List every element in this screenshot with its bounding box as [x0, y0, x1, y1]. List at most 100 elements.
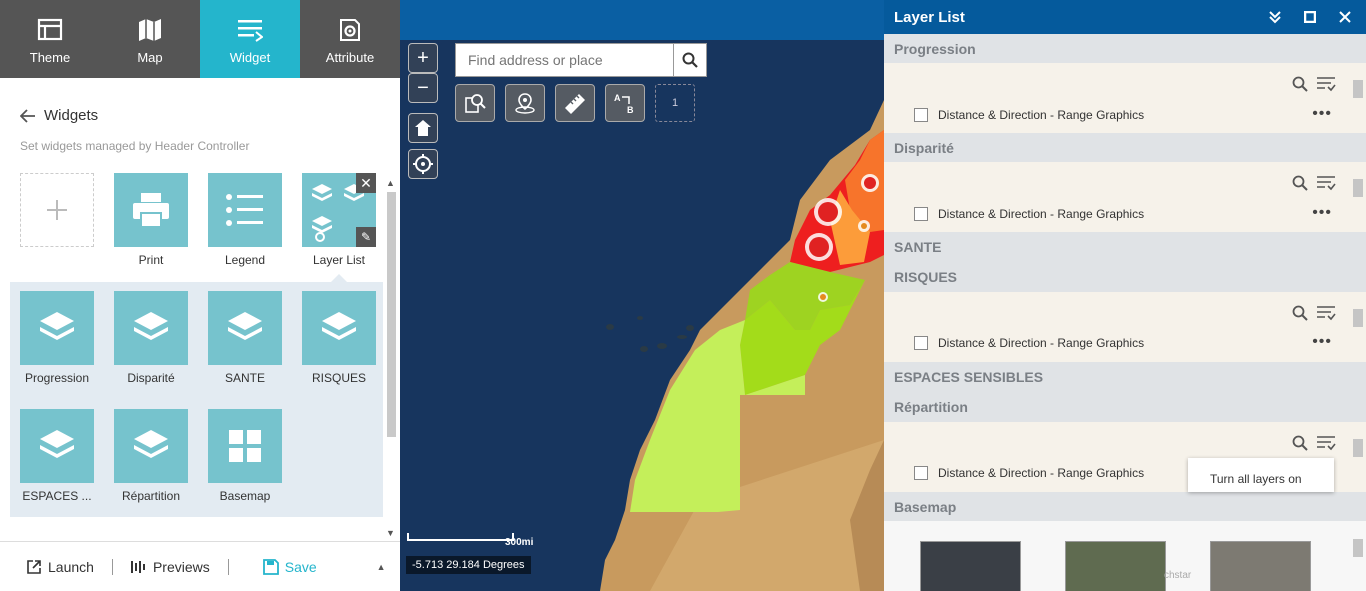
section-repartition[interactable]: Répartition — [884, 392, 1366, 422]
tab-attribute[interactable]: Attribute — [300, 0, 400, 78]
turn-all-layers-on-item[interactable]: Turn all layers on — [1210, 472, 1302, 486]
plus-icon — [47, 200, 67, 220]
section-risques[interactable]: RISQUES — [884, 262, 1366, 292]
previews-button[interactable]: Previews — [130, 559, 210, 575]
section-disparite[interactable]: Disparité — [884, 133, 1366, 162]
tool-measure-button[interactable] — [555, 84, 595, 122]
layer-row[interactable]: Distance & Direction - Range Graphics — [914, 336, 1144, 350]
layer-menu-icon[interactable]: ••• — [1312, 333, 1332, 351]
basemap-thumbnail-imagery[interactable] — [1065, 541, 1166, 591]
section-scrollbar[interactable] — [1352, 425, 1364, 489]
tab-theme[interactable]: Theme — [0, 0, 100, 78]
layer-checkbox[interactable] — [914, 466, 928, 480]
search-icon[interactable] — [1292, 175, 1308, 191]
double-chevron-down-icon — [1269, 11, 1281, 24]
widget-basemap[interactable]: Basemap — [198, 409, 292, 503]
theme-icon — [37, 18, 63, 41]
locate-button[interactable] — [408, 149, 438, 179]
tool-location-button[interactable] — [505, 84, 545, 122]
tool-distance-direction-button[interactable]: AB — [605, 84, 645, 122]
layer-checkbox[interactable] — [914, 108, 928, 122]
close-icon[interactable]: ✕ — [356, 173, 376, 193]
edit-icon[interactable]: ✎ — [356, 227, 376, 247]
scroll-up-icon[interactable]: ▲ — [386, 178, 395, 188]
scroll-down-icon[interactable]: ▼ — [386, 528, 395, 538]
filter-list-icon[interactable] — [1316, 76, 1336, 92]
widget-layer-list-group[interactable]: ✕ ✎ Layer List — [292, 173, 386, 267]
toolbar-more-button[interactable]: 1 — [655, 84, 695, 122]
scrollbar-thumb[interactable] — [1353, 309, 1363, 327]
section-scrollbar[interactable] — [1352, 165, 1364, 229]
tab-map[interactable]: Map — [100, 0, 200, 78]
scrollbar-thumb[interactable] — [1353, 179, 1363, 197]
layer-row[interactable]: Distance & Direction - Range Graphics — [914, 108, 1144, 122]
widget-progression[interactable]: Progression — [10, 291, 104, 385]
footer-expand-icon[interactable]: ▲ — [377, 562, 386, 572]
widget-risques[interactable]: RISQUES — [292, 291, 386, 385]
back-arrow-icon[interactable] — [20, 108, 36, 123]
widget-disparite[interactable]: Disparité — [104, 291, 198, 385]
scrollbar-thumb[interactable] — [1353, 80, 1363, 98]
tool-search-layer-button[interactable] — [455, 84, 495, 122]
section-sante[interactable]: SANTE — [884, 232, 1366, 262]
home-button[interactable] — [408, 113, 438, 143]
filter-list-icon[interactable] — [1316, 305, 1336, 321]
widgets-scrollbar[interactable]: ▲ ▼ — [385, 178, 398, 538]
layer-menu-icon[interactable]: ••• — [1312, 105, 1332, 123]
widget-label: Layer List — [312, 253, 366, 267]
widget-sante[interactable]: SANTE — [198, 291, 292, 385]
save-button[interactable]: Save — [262, 559, 317, 575]
zoom-in-button[interactable]: + — [408, 43, 438, 73]
maximize-button[interactable] — [1304, 0, 1316, 34]
filter-list-icon[interactable] — [1316, 435, 1336, 451]
search-icon[interactable] — [1292, 435, 1308, 451]
layer-row[interactable]: Distance & Direction - Range Graphics — [914, 466, 1144, 480]
scrollbar-thumb[interactable] — [1353, 539, 1363, 557]
tab-widget[interactable]: Widget — [200, 0, 300, 78]
launch-button[interactable]: Launch — [26, 559, 94, 575]
search-button[interactable] — [673, 44, 706, 76]
tab-label: Attribute — [325, 50, 375, 65]
section-progression[interactable]: Progression — [884, 34, 1366, 63]
layers-icon — [322, 312, 356, 340]
layer-checkbox[interactable] — [914, 207, 928, 221]
basemap-thumbnail-dark[interactable] — [920, 541, 1021, 591]
search-icon[interactable] — [1292, 305, 1308, 321]
panel-close-button[interactable] — [1339, 0, 1351, 34]
widget-legend[interactable]: Legend — [198, 173, 292, 267]
toolbar-count: 1 — [671, 97, 679, 109]
widget-label: Print — [138, 253, 164, 267]
scrollbar-thumb[interactable] — [387, 192, 396, 437]
layer-menu-icon[interactable]: ••• — [1312, 204, 1332, 222]
widget-espaces[interactable]: ESPACES ... — [10, 409, 104, 503]
layer-row[interactable]: Distance & Direction - Range Graphics — [914, 207, 1144, 221]
zoom-out-button[interactable]: − — [408, 73, 438, 103]
map-icon — [139, 19, 161, 41]
distance-direction-icon: AB — [614, 93, 634, 115]
zoom-in-label: + — [417, 46, 429, 69]
zoom-out-label: − — [417, 76, 429, 99]
section-title: SANTE — [894, 239, 942, 255]
widget-repartition[interactable]: Répartition — [104, 409, 198, 503]
scrollbar-thumb[interactable] — [1353, 439, 1363, 457]
collapse-button[interactable] — [1268, 0, 1282, 34]
widget-label: Progression — [24, 371, 90, 385]
basemap-thumbnail-hybrid[interactable] — [1210, 541, 1311, 591]
search-input[interactable] — [456, 44, 673, 76]
svg-text:A: A — [614, 93, 621, 103]
section-scrollbar[interactable] — [1352, 66, 1364, 130]
home-icon — [415, 120, 431, 136]
grid-icon — [229, 430, 261, 462]
widget-print[interactable]: Print — [104, 173, 198, 267]
add-widget-button[interactable] — [20, 173, 94, 247]
section-basemap[interactable]: Basemap — [884, 492, 1366, 521]
layer-checkbox[interactable] — [914, 336, 928, 350]
search-icon[interactable] — [1292, 76, 1308, 92]
section-espaces-sensibles[interactable]: ESPACES SENSIBLES — [884, 362, 1366, 392]
tab-label: Theme — [29, 50, 71, 65]
map-view[interactable]: + − AB 1 300mi -5.713 29.184 Degrees — [400, 0, 884, 591]
filter-list-icon[interactable] — [1316, 175, 1336, 191]
panel-scrollbar[interactable] — [1352, 535, 1364, 591]
attribute-icon — [340, 19, 360, 41]
section-scrollbar[interactable] — [1352, 295, 1364, 359]
